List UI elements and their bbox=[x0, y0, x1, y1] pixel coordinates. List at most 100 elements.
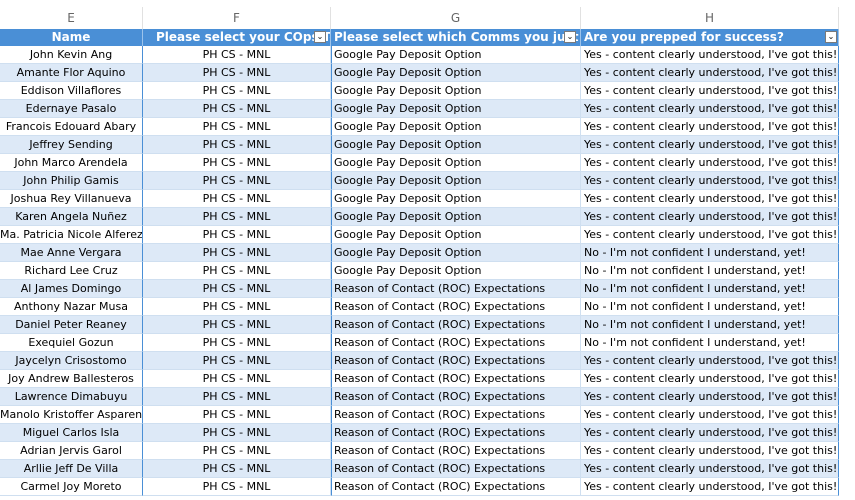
prepped-cell[interactable]: Yes - content clearly understood, I've g… bbox=[581, 118, 839, 136]
team-cell[interactable]: PH CS - MNL bbox=[143, 226, 331, 244]
name-cell[interactable]: Daniel Peter Reaney bbox=[0, 316, 143, 334]
team-cell[interactable]: PH CS - MNL bbox=[143, 208, 331, 226]
prepped-cell[interactable]: No - I'm not confident I understand, yet… bbox=[581, 262, 839, 280]
name-cell[interactable]: Mae Anne Vergara bbox=[0, 244, 143, 262]
comms-cell[interactable]: Reason of Contact (ROC) Expectations bbox=[331, 280, 581, 298]
team-cell[interactable]: PH CS - MNL bbox=[143, 64, 331, 82]
prepped-cell[interactable]: Yes - content clearly understood, I've g… bbox=[581, 442, 839, 460]
team-cell[interactable]: PH CS - MNL bbox=[143, 46, 331, 64]
prepped-cell[interactable]: Yes - content clearly understood, I've g… bbox=[581, 370, 839, 388]
comms-cell[interactable]: Google Pay Deposit Option bbox=[331, 82, 581, 100]
team-cell[interactable]: PH CS - MNL bbox=[143, 172, 331, 190]
team-cell[interactable]: PH CS - MNL bbox=[143, 352, 331, 370]
comms-cell[interactable]: Google Pay Deposit Option bbox=[331, 46, 581, 64]
column-letter-h[interactable]: H bbox=[581, 7, 839, 29]
prepped-cell[interactable]: Yes - content clearly understood, I've g… bbox=[581, 154, 839, 172]
prepped-cell[interactable]: Yes - content clearly understood, I've g… bbox=[581, 46, 839, 64]
name-cell[interactable]: Francois Edouard Abary bbox=[0, 118, 143, 136]
prepped-cell[interactable]: Yes - content clearly understood, I've g… bbox=[581, 208, 839, 226]
name-cell[interactable]: John Marco Arendela bbox=[0, 154, 143, 172]
comms-cell[interactable]: Google Pay Deposit Option bbox=[331, 208, 581, 226]
name-cell[interactable]: Ma. Patricia Nicole Alferez bbox=[0, 226, 143, 244]
comms-cell[interactable]: Google Pay Deposit Option bbox=[331, 100, 581, 118]
team-cell[interactable]: PH CS - MNL bbox=[143, 118, 331, 136]
prepped-cell[interactable]: Yes - content clearly understood, I've g… bbox=[581, 352, 839, 370]
team-cell[interactable]: PH CS - MNL bbox=[143, 334, 331, 352]
comms-cell[interactable]: Google Pay Deposit Option bbox=[331, 154, 581, 172]
team-cell[interactable]: PH CS - MNL bbox=[143, 388, 331, 406]
comms-cell[interactable]: Reason of Contact (ROC) Expectations bbox=[331, 460, 581, 478]
prepped-cell[interactable]: Yes - content clearly understood, I've g… bbox=[581, 172, 839, 190]
comms-cell[interactable]: Google Pay Deposit Option bbox=[331, 262, 581, 280]
team-cell[interactable]: PH CS - MNL bbox=[143, 370, 331, 388]
comms-cell[interactable]: Reason of Contact (ROC) Expectations bbox=[331, 298, 581, 316]
comms-filter-dropdown-icon[interactable]: ⌄ bbox=[564, 31, 576, 43]
column-letter-f[interactable]: F bbox=[143, 7, 331, 29]
team-cell[interactable]: PH CS - MNL bbox=[143, 136, 331, 154]
comms-cell[interactable]: Google Pay Deposit Option bbox=[331, 190, 581, 208]
header-team-cell[interactable]: Please select your COps Team ⌄ bbox=[143, 29, 331, 46]
prepped-cell[interactable]: Yes - content clearly understood, I've g… bbox=[581, 226, 839, 244]
name-cell[interactable]: John Philip Gamis bbox=[0, 172, 143, 190]
name-cell[interactable]: Anthony Nazar Musa bbox=[0, 298, 143, 316]
comms-cell[interactable]: Reason of Contact (ROC) Expectations bbox=[331, 442, 581, 460]
prepped-cell[interactable]: Yes - content clearly understood, I've g… bbox=[581, 460, 839, 478]
header-name-cell[interactable]: Name bbox=[0, 29, 143, 46]
comms-cell[interactable]: Google Pay Deposit Option bbox=[331, 136, 581, 154]
prepped-cell[interactable]: Yes - content clearly understood, I've g… bbox=[581, 82, 839, 100]
column-letter-g[interactable]: G bbox=[331, 7, 581, 29]
comms-cell[interactable]: Google Pay Deposit Option bbox=[331, 64, 581, 82]
prepped-cell[interactable]: Yes - content clearly understood, I've g… bbox=[581, 100, 839, 118]
name-cell[interactable]: Eddison Villaflores bbox=[0, 82, 143, 100]
team-cell[interactable]: PH CS - MNL bbox=[143, 298, 331, 316]
name-cell[interactable]: John Kevin Ang bbox=[0, 46, 143, 64]
name-cell[interactable]: Adrian Jervis Garol bbox=[0, 442, 143, 460]
prepped-cell[interactable]: Yes - content clearly understood, I've g… bbox=[581, 64, 839, 82]
header-comms-cell[interactable]: Please select which Comms you just read:… bbox=[331, 29, 581, 46]
prepped-cell[interactable]: Yes - content clearly understood, I've g… bbox=[581, 388, 839, 406]
prepped-cell[interactable]: No - I'm not confident I understand, yet… bbox=[581, 334, 839, 352]
comms-cell[interactable]: Reason of Contact (ROC) Expectations bbox=[331, 316, 581, 334]
name-cell[interactable]: Jaycelyn Crisostomo bbox=[0, 352, 143, 370]
team-cell[interactable]: PH CS - MNL bbox=[143, 424, 331, 442]
comms-cell[interactable]: Reason of Contact (ROC) Expectations bbox=[331, 370, 581, 388]
team-cell[interactable]: PH CS - MNL bbox=[143, 190, 331, 208]
name-cell[interactable]: Carmel Joy Moreto bbox=[0, 478, 143, 496]
prepped-cell[interactable]: Yes - content clearly understood, I've g… bbox=[581, 190, 839, 208]
name-cell[interactable]: Edernaye Pasalo bbox=[0, 100, 143, 118]
team-cell[interactable]: PH CS - MNL bbox=[143, 280, 331, 298]
prepped-filter-dropdown-icon[interactable]: ⌄ bbox=[825, 31, 837, 43]
name-cell[interactable]: Exequiel Gozun bbox=[0, 334, 143, 352]
comms-cell[interactable]: Google Pay Deposit Option bbox=[331, 244, 581, 262]
name-cell[interactable]: Al James Domingo bbox=[0, 280, 143, 298]
prepped-cell[interactable]: Yes - content clearly understood, I've g… bbox=[581, 424, 839, 442]
team-cell[interactable]: PH CS - MNL bbox=[143, 262, 331, 280]
prepped-cell[interactable]: No - I'm not confident I understand, yet… bbox=[581, 244, 839, 262]
team-cell[interactable]: PH CS - MNL bbox=[143, 244, 331, 262]
comms-cell[interactable]: Reason of Contact (ROC) Expectations bbox=[331, 478, 581, 496]
comms-cell[interactable]: Google Pay Deposit Option bbox=[331, 226, 581, 244]
prepped-cell[interactable]: Yes - content clearly understood, I've g… bbox=[581, 406, 839, 424]
comms-cell[interactable]: Google Pay Deposit Option bbox=[331, 118, 581, 136]
comms-cell[interactable]: Reason of Contact (ROC) Expectations bbox=[331, 388, 581, 406]
team-cell[interactable]: PH CS - MNL bbox=[143, 406, 331, 424]
comms-cell[interactable]: Reason of Contact (ROC) Expectations bbox=[331, 334, 581, 352]
team-cell[interactable]: PH CS - MNL bbox=[143, 478, 331, 496]
column-letter-e[interactable]: E bbox=[0, 7, 143, 29]
team-cell[interactable]: PH CS - MNL bbox=[143, 460, 331, 478]
name-cell[interactable]: Arllie Jeff De Villa bbox=[0, 460, 143, 478]
name-cell[interactable]: Karen Angela Nuñez bbox=[0, 208, 143, 226]
name-cell[interactable]: Miguel Carlos Isla bbox=[0, 424, 143, 442]
team-cell[interactable]: PH CS - MNL bbox=[143, 154, 331, 172]
comms-cell[interactable]: Reason of Contact (ROC) Expectations bbox=[331, 424, 581, 442]
header-prepped-cell[interactable]: Are you prepped for success? ⌄ bbox=[581, 29, 839, 46]
team-cell[interactable]: PH CS - MNL bbox=[143, 100, 331, 118]
name-cell[interactable]: Amante Flor Aquino bbox=[0, 64, 143, 82]
team-cell[interactable]: PH CS - MNL bbox=[143, 442, 331, 460]
team-cell[interactable]: PH CS - MNL bbox=[143, 316, 331, 334]
team-filter-dropdown-icon[interactable]: ⌄ bbox=[314, 31, 326, 43]
name-cell[interactable]: Richard Lee Cruz bbox=[0, 262, 143, 280]
name-cell[interactable]: Joshua Rey Villanueva bbox=[0, 190, 143, 208]
name-cell[interactable]: Jeffrey Sending bbox=[0, 136, 143, 154]
name-cell[interactable]: Joy Andrew Ballesteros bbox=[0, 370, 143, 388]
